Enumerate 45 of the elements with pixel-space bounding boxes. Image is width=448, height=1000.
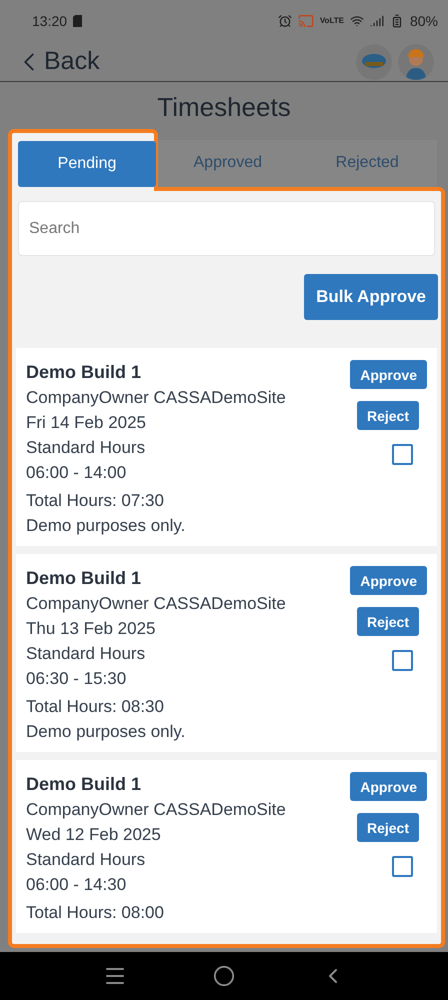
select-checkbox[interactable] [392, 650, 413, 671]
timesheet-title: Demo Build 1 [26, 567, 142, 590]
time-range: 06:30 - 15:30 [26, 668, 128, 690]
signal-icon [370, 14, 384, 28]
total-hours: Total Hours: 07:30 [26, 490, 165, 512]
bulk-approve-button[interactable]: Bulk Approve [304, 274, 438, 320]
approve-button[interactable]: Approve [350, 566, 427, 595]
timesheet-note: Demo purposes only. [26, 721, 186, 743]
time-range: 06:00 - 14:30 [26, 874, 128, 896]
timesheet-date: Wed 12 Feb 2025 [26, 824, 162, 846]
timesheet-date: Thu 13 Feb 2025 [26, 618, 156, 640]
page-title: Timesheets [156, 92, 292, 123]
search-field[interactable]: Search [18, 201, 435, 256]
total-hours: Total Hours: 08:30 [26, 696, 165, 718]
timesheet-owner: CompanyOwner CASSADemoSite [26, 387, 287, 409]
status-time: 13:20 [32, 13, 68, 29]
hour-type: Standard Hours [26, 437, 146, 459]
alarm-icon [278, 14, 292, 28]
reject-button[interactable]: Reject [356, 813, 419, 842]
battery-level: 80% [410, 13, 438, 29]
sd-card-icon [73, 15, 82, 27]
timesheet-title: Demo Build 1 [26, 361, 142, 384]
time-range: 06:00 - 14:00 [26, 462, 128, 484]
select-checkbox[interactable] [392, 856, 413, 877]
timesheet-owner: CompanyOwner CASSADemoSite [26, 593, 287, 615]
wifi-icon [350, 14, 364, 28]
select-checkbox[interactable] [392, 444, 413, 465]
approve-button[interactable]: Approve [350, 360, 427, 389]
tab[interactable]: Rejected [298, 140, 437, 186]
timesheet-note: Demo purposes only. [26, 515, 186, 537]
reject-button[interactable]: Reject [356, 401, 419, 430]
hour-type: Standard Hours [26, 849, 146, 871]
reject-button[interactable]: Reject [356, 607, 419, 636]
cast-icon [298, 13, 314, 29]
tab[interactable]: Approved [158, 140, 298, 186]
tab[interactable]: Pending [18, 141, 156, 187]
hour-type: Standard Hours [26, 643, 146, 665]
home-icon[interactable] [213, 965, 235, 987]
timesheet-owner: CompanyOwner CASSADemoSite [26, 799, 287, 821]
timesheet-date: Fri 14 Feb 2025 [26, 412, 148, 434]
total-hours: Total Hours: 08:00 [26, 902, 165, 924]
timesheet-title: Demo Build 1 [26, 773, 142, 796]
approve-button[interactable]: Approve [350, 772, 427, 801]
back-link[interactable]: Back [14, 46, 100, 76]
network-type: VoLTE [320, 17, 344, 25]
